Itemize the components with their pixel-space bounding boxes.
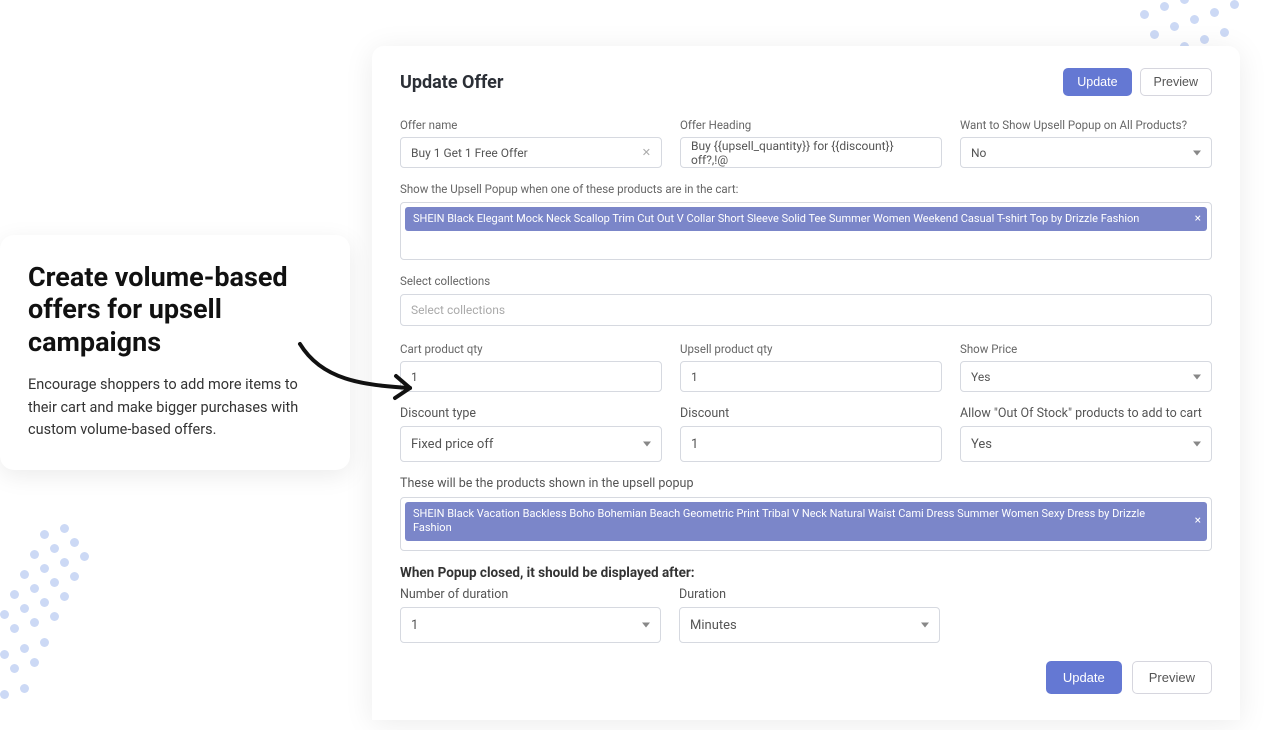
select-collections-placeholder: Select collections (411, 303, 505, 317)
oos-select[interactable]: Yes (960, 426, 1212, 462)
popup-products-tagbox[interactable]: SHEIN Black Vacation Backless Boho Bohem… (400, 497, 1212, 551)
product-tag-label: SHEIN Black Elegant Mock Neck Scallop Tr… (413, 212, 1139, 225)
tag-remove-icon[interactable]: × (1195, 514, 1201, 530)
offer-heading-value: Buy {{upsell_quantity}} for {{discount}}… (691, 139, 931, 167)
discount-value: 1 (691, 437, 698, 452)
discount-label: Discount (680, 406, 942, 421)
callout-body: Encourage shoppers to add more items to … (28, 374, 322, 441)
offer-name-input[interactable]: Buy 1 Get 1 Free Offer ✕ (400, 137, 662, 168)
upsell-qty-value: 1 (691, 370, 698, 384)
cart-qty-value: 1 (411, 370, 418, 384)
show-price-label: Show Price (960, 342, 1212, 356)
preview-button[interactable]: Preview (1140, 68, 1212, 96)
clear-icon[interactable]: ✕ (642, 146, 651, 159)
product-tag: SHEIN Black Elegant Mock Neck Scallop Tr… (405, 207, 1207, 231)
num-duration-value: 1 (411, 618, 418, 633)
tag-remove-icon[interactable]: × (1195, 211, 1201, 227)
update-button[interactable]: Update (1063, 68, 1131, 96)
show-all-select[interactable]: No (960, 137, 1212, 168)
upsell-qty-label: Upsell product qty (680, 342, 942, 356)
show-all-value: No (971, 146, 986, 160)
duration-value: Minutes (690, 618, 737, 633)
duration-select[interactable]: Minutes (679, 607, 940, 643)
offer-name-value: Buy 1 Get 1 Free Offer (411, 146, 528, 160)
discount-type-value: Fixed price off (411, 437, 493, 452)
trigger-products-hint: Show the Upsell Popup when one of these … (400, 182, 1212, 196)
offer-heading-label: Offer Heading (680, 118, 942, 132)
select-collections-input[interactable]: Select collections (400, 294, 1212, 326)
upsell-qty-input[interactable]: 1 (680, 361, 942, 392)
update-button[interactable]: Update (1046, 661, 1122, 694)
num-duration-label: Number of duration (400, 587, 661, 602)
offer-name-label: Offer name (400, 118, 662, 132)
decorative-dots-bottom-left (0, 530, 150, 730)
product-tag: SHEIN Black Vacation Backless Boho Bohem… (405, 502, 1207, 541)
select-collections-label: Select collections (400, 274, 1212, 288)
redisplay-heading: When Popup closed, it should be displaye… (400, 565, 1212, 581)
trigger-products-tagbox[interactable]: SHEIN Black Elegant Mock Neck Scallop Tr… (400, 202, 1212, 260)
discount-type-label: Discount type (400, 406, 662, 421)
preview-button[interactable]: Preview (1132, 661, 1212, 694)
discount-input[interactable]: 1 (680, 426, 942, 462)
oos-label: Allow "Out Of Stock" products to add to … (960, 406, 1212, 421)
duration-label: Duration (679, 587, 940, 602)
update-offer-panel: Update Offer Update Preview Offer name B… (372, 46, 1240, 720)
oos-value: Yes (971, 437, 992, 452)
num-duration-select[interactable]: 1 (400, 607, 661, 643)
popup-products-hint: These will be the products shown in the … (400, 476, 1212, 491)
product-tag-label: SHEIN Black Vacation Backless Boho Bohem… (413, 507, 1145, 534)
callout-title: Create volume-based offers for upsell ca… (28, 261, 322, 358)
show-price-value: Yes (971, 370, 990, 384)
discount-type-select[interactable]: Fixed price off (400, 426, 662, 462)
show-price-select[interactable]: Yes (960, 361, 1212, 392)
callout-card: Create volume-based offers for upsell ca… (0, 235, 350, 470)
offer-heading-input[interactable]: Buy {{upsell_quantity}} for {{discount}}… (680, 137, 942, 168)
cart-qty-input[interactable]: 1 (400, 361, 662, 392)
page-title: Update Offer (400, 72, 503, 93)
cart-qty-label: Cart product qty (400, 342, 662, 356)
show-all-label: Want to Show Upsell Popup on All Product… (960, 118, 1212, 132)
